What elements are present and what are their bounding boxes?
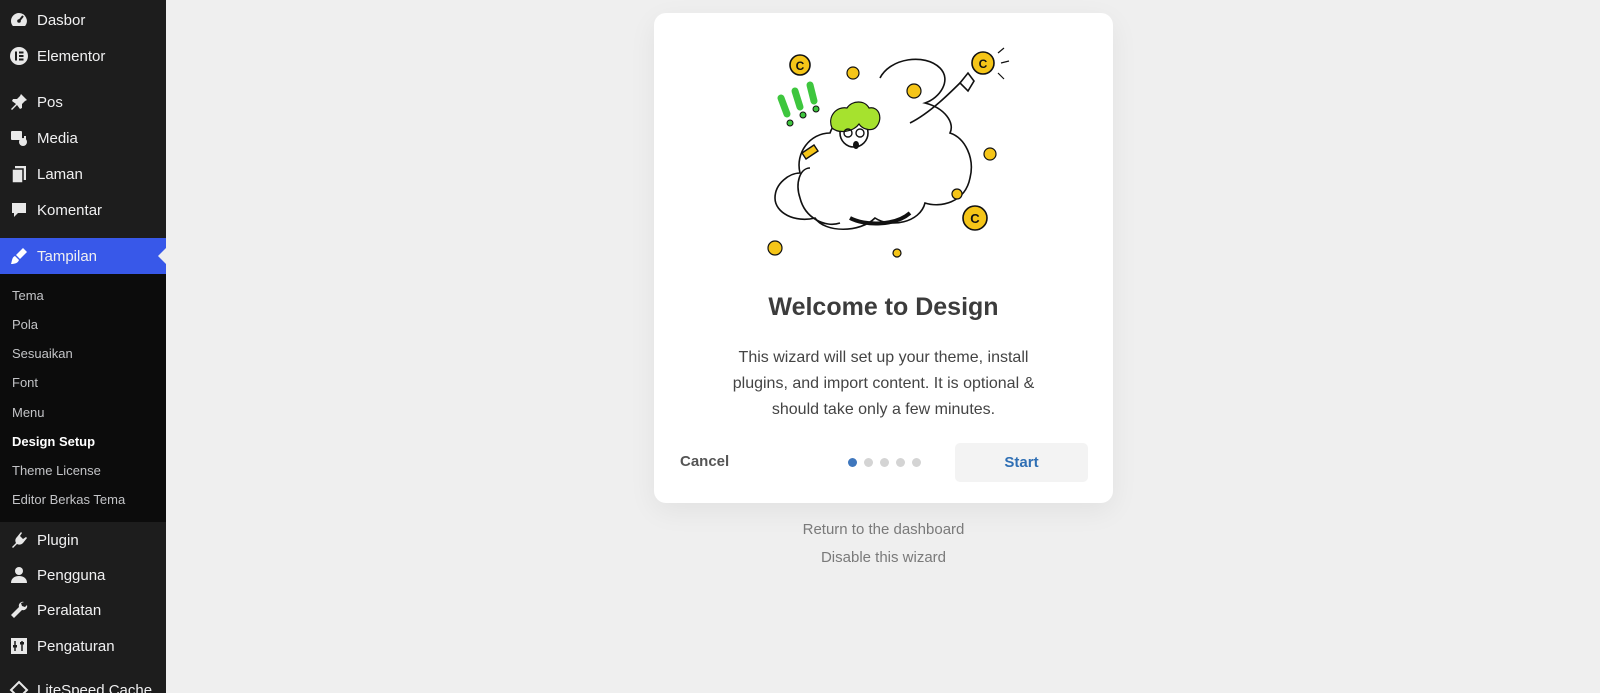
svg-text:C: C <box>979 57 988 71</box>
sidebar-item-label: Pengaturan <box>37 637 115 655</box>
sidebar-item-pengguna[interactable]: Pengguna <box>0 557 166 593</box>
wrench-icon <box>9 600 29 620</box>
start-button[interactable]: Start <box>955 443 1088 482</box>
return-dashboard-link[interactable]: Return to the dashboard <box>654 521 1113 538</box>
wizard-description: This wizard will set up your theme, inst… <box>732 349 1035 418</box>
sidebar-item-peralatan[interactable]: Peralatan <box>0 592 166 628</box>
pin-icon <box>9 92 29 112</box>
page-icon <box>9 164 29 184</box>
step-dot <box>912 458 921 467</box>
sidebar-item-komentar[interactable]: Komentar <box>0 192 166 228</box>
submenu-item-design-setup[interactable]: Design Setup <box>12 434 95 449</box>
sidebar-item-dasbor[interactable]: Dasbor <box>0 2 166 38</box>
submenu-item-tema[interactable]: Tema <box>12 288 44 303</box>
sidebar-item-plugin[interactable]: Plugin <box>0 522 166 558</box>
settings-icon <box>9 636 29 656</box>
sidebar-item-label: Pengguna <box>37 566 106 584</box>
step-indicator <box>848 458 921 467</box>
sidebar-item-laman[interactable]: Laman <box>0 156 166 192</box>
dashboard-icon <box>9 10 29 30</box>
sidebar-item-label: Komentar <box>37 201 103 219</box>
sidebar-item-label: Elementor <box>37 47 106 65</box>
sidebar-item-label: Peralatan <box>37 601 102 619</box>
submenu-item-editor-berkas-tema[interactable]: Editor Berkas Tema <box>12 492 125 507</box>
step-dot-active <box>848 458 857 467</box>
step-dot <box>864 458 873 467</box>
step-dot <box>880 458 889 467</box>
sidebar-item-label: Pos <box>37 93 63 111</box>
sidebar-item-label: Plugin <box>37 531 79 549</box>
litespeed-icon <box>9 680 29 693</box>
setup-wizard-card: C C C Welcome to Design This wizard will… <box>654 13 1113 503</box>
submenu-item-sesuaikan[interactable]: Sesuaikan <box>12 346 73 361</box>
submenu-item-font[interactable]: Font <box>12 375 38 390</box>
sidebar-item-pengaturan[interactable]: Pengaturan <box>0 628 166 664</box>
welcome-illustration: C C C <box>750 43 1030 273</box>
sidebar-item-elementor[interactable]: Elementor <box>0 38 166 74</box>
submenu-item-menu[interactable]: Menu <box>12 405 45 420</box>
elementor-icon <box>9 46 29 66</box>
brush-icon <box>9 246 29 266</box>
svg-text:C: C <box>970 211 980 226</box>
comment-icon <box>9 200 29 220</box>
sidebar-item-label: Laman <box>37 165 83 183</box>
plugin-icon <box>9 530 29 550</box>
sidebar-item-label: Tampilan <box>37 247 98 265</box>
disable-wizard-link[interactable]: Disable this wizard <box>654 549 1113 566</box>
submenu-item-pola[interactable]: Pola <box>12 317 38 332</box>
appearance-submenu: Tema Pola Sesuaikan Font Menu Design Set… <box>0 274 166 522</box>
sidebar-item-media[interactable]: Media <box>0 120 166 156</box>
admin-sidebar: Dasbor Elementor Pos Media Laman Komenta… <box>0 0 166 693</box>
sidebar-item-label: Dasbor <box>37 11 86 29</box>
sidebar-item-label: Media <box>37 129 78 147</box>
sidebar-item-tampilan[interactable]: Tampilan <box>0 238 166 274</box>
step-dot <box>896 458 905 467</box>
sidebar-item-label: LiteSpeed Cache <box>37 681 153 693</box>
user-icon <box>9 565 29 585</box>
sidebar-item-pos[interactable]: Pos <box>0 84 166 120</box>
sidebar-item-litespeed-cache[interactable]: LiteSpeed Cache <box>0 672 166 693</box>
wizard-title: Welcome to Design <box>768 293 999 321</box>
cancel-button[interactable]: Cancel <box>680 453 729 470</box>
media-icon <box>9 128 29 148</box>
submenu-item-theme-license[interactable]: Theme License <box>12 463 101 478</box>
svg-text:C: C <box>796 59 805 73</box>
